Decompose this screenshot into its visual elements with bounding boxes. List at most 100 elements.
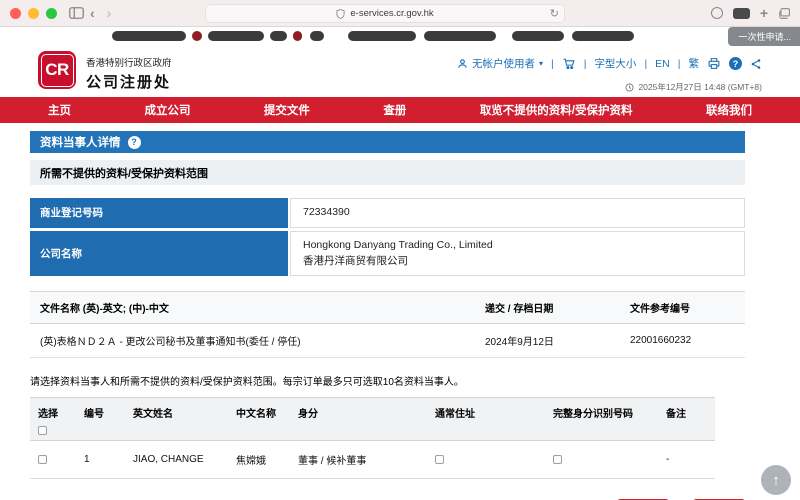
redacted-bookmark[interactable] — [348, 31, 416, 41]
print-icon[interactable] — [707, 57, 721, 70]
lang-zh[interactable]: 繁 — [689, 56, 700, 71]
sidebar-icon[interactable] — [69, 7, 84, 19]
redacted-bookmark[interactable] — [512, 31, 564, 41]
header-controls: 无帐户使用者 ▾ | | 字型大小 | EN | 繁 ? — [457, 56, 762, 71]
row-chinese-name: 焦嫦娥 — [228, 441, 290, 479]
cr-logo-text: CR — [38, 51, 76, 89]
page-help-icon[interactable]: ? — [128, 136, 141, 149]
redacted-bookmark[interactable] — [424, 31, 496, 41]
help-icon[interactable]: ? — [729, 57, 742, 70]
clock-icon — [625, 83, 634, 92]
reload-icon[interactable]: ↻ — [550, 7, 559, 20]
forward-icon[interactable]: › — [107, 6, 112, 20]
row-address-cell — [427, 441, 545, 479]
timestamp-text: 2025年12月27日 14:48 (GMT+8) — [638, 81, 762, 93]
bookmarks-bar — [0, 27, 800, 44]
close-window-button[interactable] — [10, 8, 21, 19]
company-name-zh: 香港丹洋商贸有限公司 — [303, 254, 732, 270]
font-size-control[interactable]: 字型大小 — [594, 56, 636, 71]
col-capacity: 身分 — [290, 398, 427, 441]
redacted-bookmark[interactable] — [192, 31, 202, 41]
row-id-cell — [545, 441, 658, 479]
new-tab-icon[interactable]: + — [760, 6, 768, 20]
minimize-window-button[interactable] — [28, 8, 39, 19]
table-row: 商业登记号码 72334390 — [30, 198, 745, 228]
row-number: 1 — [76, 441, 125, 479]
redacted-bookmark[interactable] — [270, 31, 287, 41]
redacted-bookmark[interactable] — [310, 31, 324, 41]
col-chinese-name: 中文名称 — [228, 398, 290, 441]
cart-button[interactable] — [562, 57, 576, 70]
org-name: 香港特别行政区政府 公司注册处 — [86, 51, 172, 97]
row-select-checkbox[interactable] — [38, 455, 47, 464]
divider: | — [678, 58, 681, 70]
user-menu[interactable]: 无帐户使用者 ▾ — [457, 56, 543, 71]
col-usual-address: 通常住址 — [427, 398, 545, 441]
nav-submit-documents[interactable]: 提交文件 — [264, 102, 310, 118]
cr-logo[interactable]: CR — [38, 51, 76, 89]
select-all-checkbox[interactable] — [38, 426, 47, 435]
redacted-bookmark[interactable] — [293, 31, 302, 41]
row-remarks: - — [658, 441, 715, 479]
col-filing-date: 递交 / 存档日期 — [475, 292, 620, 324]
share-icon[interactable] — [750, 58, 762, 70]
privacy-report-icon[interactable] — [711, 7, 723, 19]
page-title: 资料当事人详情 — [40, 134, 121, 150]
table-row: 1 JIAO, CHANGE 焦嫦娥 董事 / 候补董事 - — [30, 441, 715, 479]
company-name-value: Hongkong Danyang Trading Co., Limited 香港… — [290, 231, 745, 277]
row-capacity: 董事 / 候补董事 — [290, 441, 427, 479]
extension-icon[interactable] — [733, 8, 750, 19]
company-name-label: 公司名称 — [30, 231, 290, 277]
divider: | — [584, 58, 587, 70]
window-controls — [10, 8, 57, 19]
row-english-name: JIAO, CHANGE — [125, 441, 228, 479]
col-document-name: 文件名称 (英)-英文; (中)-中文 — [30, 292, 475, 324]
nav-incorporation[interactable]: 成立公司 — [144, 102, 190, 118]
tab-overview-icon[interactable] — [778, 8, 790, 19]
redacted-bookmark[interactable] — [572, 31, 634, 41]
timestamp: 2025年12月27日 14:48 (GMT+8) — [625, 81, 762, 93]
section-title: 所需不提供的资料/受保护资料范围 — [30, 160, 745, 185]
person-icon — [457, 58, 468, 69]
brn-label: 商业登记号码 — [30, 198, 290, 228]
col-document-ref: 文件参考编号 — [620, 292, 745, 324]
org-name-line1: 香港特别行政区政府 — [86, 55, 172, 69]
scroll-top-button[interactable]: ↑ — [761, 465, 791, 495]
document-ref: 22001660232 — [620, 324, 745, 358]
instruction-text: 请选择资料当事人和所需不提供的资料/受保护资料范围。每宗订单最多只可选取10名资… — [30, 373, 745, 388]
nav-protected-info[interactable]: 取览不提供的资料/受保护资料 — [480, 102, 633, 118]
site-header: CR 香港特别行政区政府 公司注册处 无帐户使用者 ▾ | | 字型大小 | E… — [0, 44, 800, 97]
page-title-bar: 资料当事人详情 ? — [30, 131, 745, 153]
id-number-checkbox[interactable] — [553, 455, 562, 464]
party-table-section: 选择 编号 英文姓名 中文名称 身分 通常住址 完整身分识别号码 备注 1 JI… — [30, 397, 715, 479]
main-content: 资料当事人详情 ? 所需不提供的资料/受保护资料范围 商业登记号码 723343… — [30, 131, 745, 388]
divider: | — [644, 58, 647, 70]
user-menu-label: 无帐户使用者 — [472, 56, 535, 71]
browser-chrome: ‹ › e-services.cr.gov.hk ↻ + — [0, 0, 800, 27]
address-checkbox[interactable] — [435, 455, 444, 464]
table-header-row: 文件名称 (英)-英文; (中)-中文 递交 / 存档日期 文件参考编号 — [30, 292, 745, 324]
col-number: 编号 — [76, 398, 125, 441]
row-select-cell — [30, 441, 76, 479]
up-arrow-icon: ↑ — [772, 472, 780, 489]
back-icon[interactable]: ‹ — [90, 6, 95, 20]
org-name-line2: 公司注册处 — [86, 71, 172, 92]
toolbar-icons: + — [711, 6, 790, 20]
tab-tooltip: 一次性申请... — [728, 27, 800, 46]
table-row: (英)表格ＮＤ２Ａ - 更改公司秘书及董事通知书(委任 / 停任) 2024年9… — [30, 324, 745, 358]
chevron-down-icon: ▾ — [539, 59, 543, 68]
zoom-window-button[interactable] — [46, 8, 57, 19]
main-nav: 主页 成立公司 提交文件 查册 取览不提供的资料/受保护资料 联络我们 — [0, 97, 800, 123]
document-name: (英)表格ＮＤ２Ａ - 更改公司秘书及董事通知书(委任 / 停任) — [30, 324, 475, 358]
lang-en[interactable]: EN — [655, 58, 670, 70]
url-bar[interactable]: e-services.cr.gov.hk ↻ — [205, 4, 565, 23]
col-english-name: 英文姓名 — [125, 398, 228, 441]
nav-search[interactable]: 查册 — [383, 102, 406, 118]
document-table: 文件名称 (英)-英文; (中)-中文 递交 / 存档日期 文件参考编号 (英)… — [30, 291, 745, 358]
redacted-bookmark[interactable] — [208, 31, 264, 41]
nav-contact[interactable]: 联络我们 — [706, 102, 752, 118]
col-remarks: 备注 — [658, 398, 715, 441]
data-subject-table: 选择 编号 英文姓名 中文名称 身分 通常住址 完整身分识别号码 备注 1 JI… — [30, 397, 715, 479]
nav-home[interactable]: 主页 — [48, 102, 71, 118]
redacted-bookmark[interactable] — [112, 31, 186, 41]
